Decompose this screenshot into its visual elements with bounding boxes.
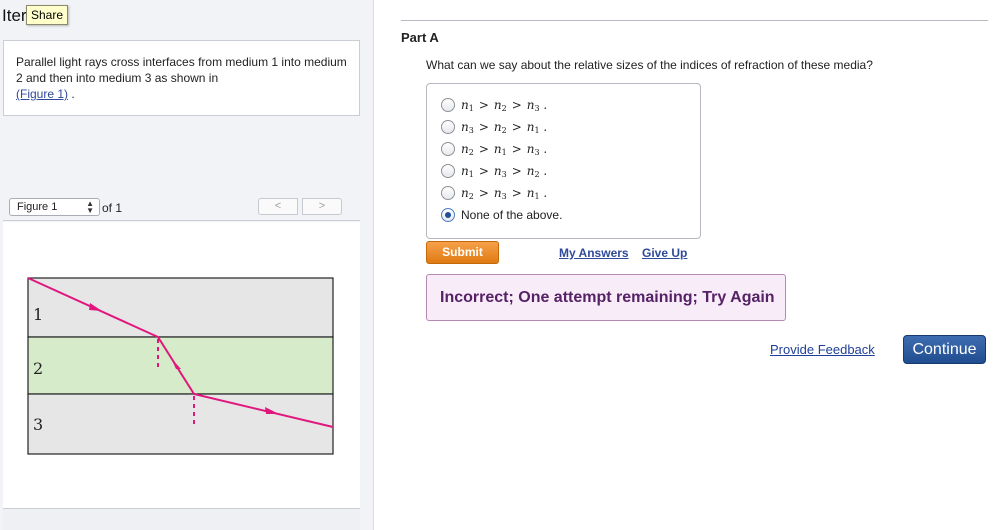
choice-2[interactable]: n3 > n2 > n1 . xyxy=(441,118,547,136)
medium-3-label: 3 xyxy=(33,415,43,434)
radio-button[interactable] xyxy=(441,142,455,156)
intro-text: Parallel light rays cross interfaces fro… xyxy=(16,55,347,85)
select-arrows-icon: ▲ ▼ xyxy=(86,199,94,215)
radio-button[interactable] xyxy=(441,208,455,222)
refraction-figure: 1 2 3 xyxy=(27,277,334,455)
submit-button[interactable]: Submit xyxy=(426,241,499,264)
radio-button[interactable] xyxy=(441,186,455,200)
choice-label: n2 > n1 > n3 . xyxy=(461,141,548,157)
chevron-left-icon: < xyxy=(274,200,282,212)
medium-2-label: 2 xyxy=(33,359,43,378)
choice-1[interactable]: n1 > n2 > n3 . xyxy=(441,96,547,114)
figure-link[interactable]: (Figure 1) xyxy=(16,87,68,101)
prev-figure-button[interactable]: < xyxy=(258,198,298,215)
choice-label: n1 > n2 > n3 . xyxy=(461,97,548,113)
my-answers-link[interactable]: My Answers xyxy=(559,246,629,260)
continue-button[interactable]: Continue xyxy=(903,335,986,364)
figure-select-value: Figure 1 xyxy=(17,201,58,213)
figure-select[interactable]: Figure 1 ▲ ▼ xyxy=(9,198,100,216)
radio-button[interactable] xyxy=(441,98,455,112)
figure-area: 1 2 3 xyxy=(3,222,360,508)
medium-1-region xyxy=(27,277,334,338)
medium-1-label: 1 xyxy=(33,305,43,324)
choice-4[interactable]: n1 > n3 > n2 . xyxy=(441,162,547,180)
item-title: Iter xyxy=(2,6,27,25)
figure-count: of 1 xyxy=(102,201,123,215)
provide-feedback-link[interactable]: Provide Feedback xyxy=(770,342,875,357)
radio-button[interactable] xyxy=(441,164,455,178)
choice-3[interactable]: n2 > n1 > n3 . xyxy=(441,140,547,158)
radio-button[interactable] xyxy=(441,120,455,134)
choice-5[interactable]: n2 > n3 > n1 . xyxy=(441,184,547,202)
answer-choices: n1 > n2 > n3 . n3 > n2 > n1 . n2 > n1 > n3 . n1 > n3 > n… xyxy=(426,83,701,239)
choice-6[interactable]: None of the above. xyxy=(441,206,562,224)
next-figure-button[interactable]: > xyxy=(302,198,342,215)
choice-label: n2 > n3 > n1 . xyxy=(461,185,548,201)
choice-label: n3 > n2 > n1 . xyxy=(461,119,548,135)
share-tooltip: Share xyxy=(26,5,69,25)
question-text: What can we say about the relative sizes… xyxy=(426,58,873,72)
give-up-link[interactable]: Give Up xyxy=(642,246,687,260)
figure-toolbar: Figure 1 ▲ ▼ of 1 < > xyxy=(3,194,360,221)
choice-label: None of the above. xyxy=(461,208,563,222)
left-panel: Iter Share Parallel light rays cross int… xyxy=(0,0,374,530)
top-divider xyxy=(401,20,988,21)
feedback-message: Incorrect; One attempt remaining; Try Ag… xyxy=(426,274,786,321)
part-label: Part A xyxy=(401,30,439,45)
choice-label: n1 > n3 > n2 . xyxy=(461,163,548,179)
chevron-right-icon: > xyxy=(318,200,326,212)
medium-2-region xyxy=(27,336,334,395)
problem-intro: Parallel light rays cross interfaces fro… xyxy=(3,40,360,116)
intro-trailing: . xyxy=(68,87,75,101)
medium-3-region xyxy=(27,393,334,455)
figure-panel-footer xyxy=(3,508,360,530)
